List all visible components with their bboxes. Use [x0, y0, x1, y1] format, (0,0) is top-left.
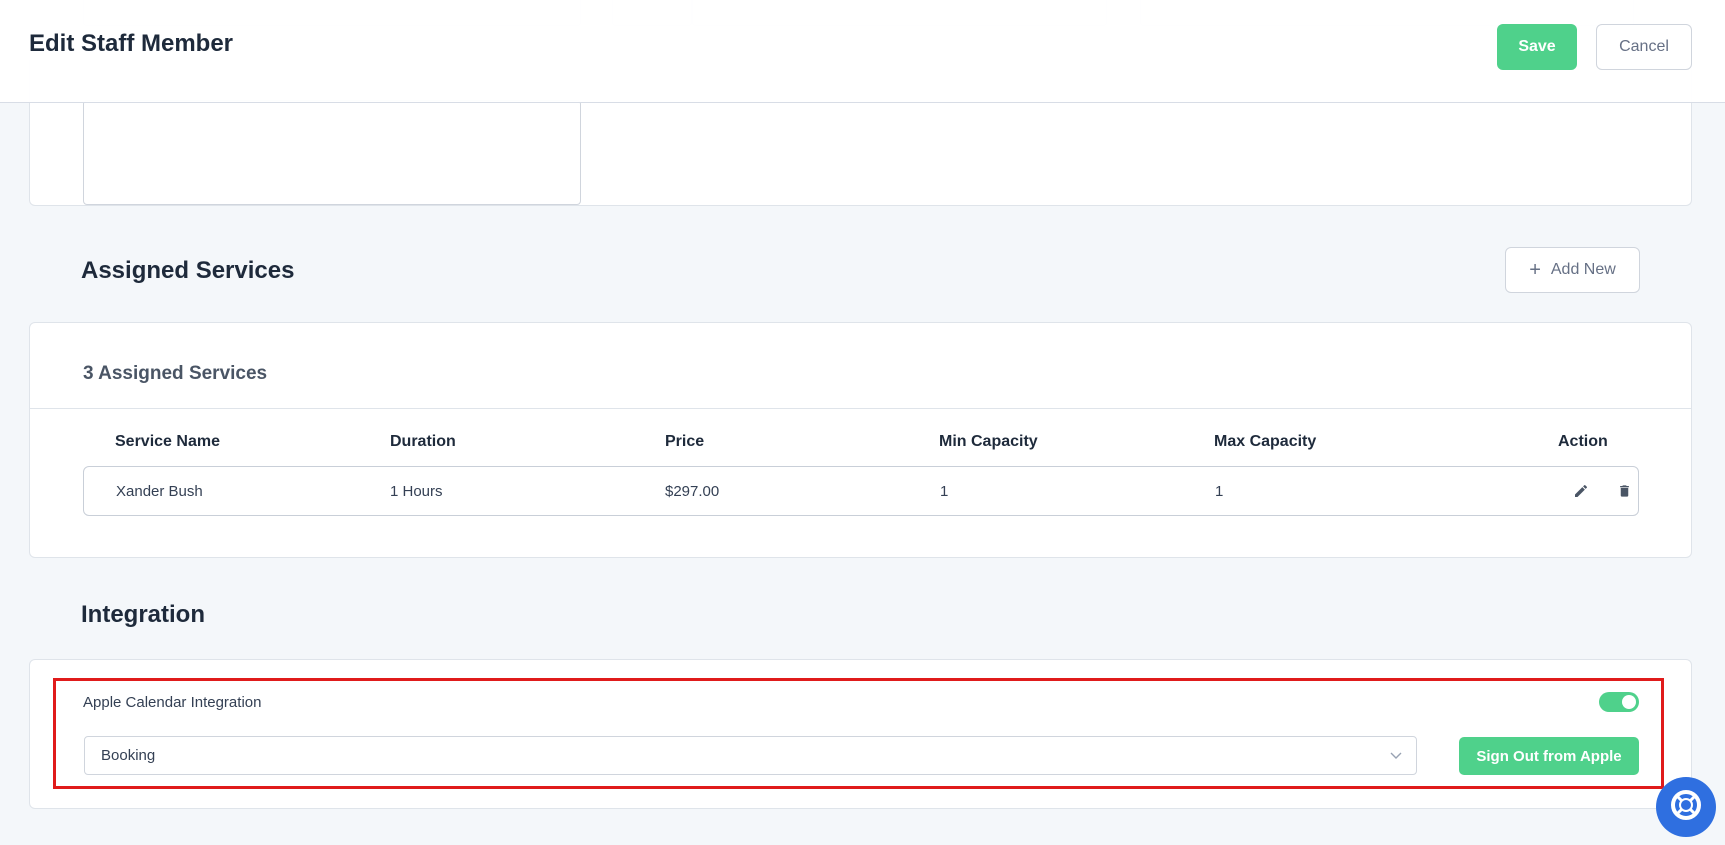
- table-row: Xander Bush 1 Hours $297.00 1 1: [83, 466, 1639, 516]
- apple-calendar-integration-label: Apple Calendar Integration: [83, 694, 262, 711]
- integration-card: Apple Calendar Integration Booking Sign …: [29, 659, 1692, 809]
- sign-out-apple-button[interactable]: Sign Out from Apple: [1459, 737, 1639, 775]
- page-title: Edit Staff Member: [29, 30, 234, 57]
- calendar-select[interactable]: Booking: [84, 736, 1417, 775]
- calendar-select-value: Booking: [101, 747, 156, 764]
- column-header-action: Action: [1558, 433, 1608, 450]
- edit-pencil-icon[interactable]: [1570, 480, 1592, 502]
- column-header-service-name: Service Name: [115, 433, 220, 450]
- plus-icon: +: [1529, 259, 1541, 281]
- duration-cell: 1 Hours: [390, 483, 443, 500]
- column-header-duration: Duration: [390, 433, 456, 450]
- divider: [30, 408, 1691, 409]
- price-cell: $297.00: [665, 483, 720, 500]
- toggle-knob: [1622, 695, 1636, 709]
- apple-calendar-toggle[interactable]: [1599, 692, 1639, 712]
- min-capacity-cell: 1: [940, 483, 949, 500]
- assigned-services-heading: Assigned Services: [81, 257, 295, 284]
- max-capacity-cell: 1: [1215, 483, 1224, 500]
- services-count: 3 Assigned Services: [83, 363, 268, 384]
- column-header-min-capacity: Min Capacity: [939, 433, 1038, 450]
- assigned-services-card: 3 Assigned Services Service Name Duratio…: [29, 322, 1692, 558]
- chevron-down-icon: [1390, 747, 1402, 764]
- cancel-button[interactable]: Cancel: [1596, 24, 1692, 70]
- integration-heading: Integration: [81, 601, 205, 628]
- page-header: Edit Staff Member Save Cancel: [0, 0, 1725, 103]
- lifebuoy-icon: [1669, 788, 1703, 827]
- add-new-service-button[interactable]: + Add New: [1505, 247, 1640, 293]
- save-button[interactable]: Save: [1497, 24, 1577, 70]
- notes-textarea[interactable]: [83, 100, 581, 205]
- add-new-label: Add New: [1550, 261, 1616, 278]
- help-button[interactable]: [1656, 777, 1716, 837]
- column-header-price: Price: [665, 433, 705, 450]
- trash-icon[interactable]: [1613, 480, 1635, 502]
- service-name-cell: Xander Bush: [116, 483, 203, 500]
- column-header-max-capacity: Max Capacity: [1214, 433, 1317, 450]
